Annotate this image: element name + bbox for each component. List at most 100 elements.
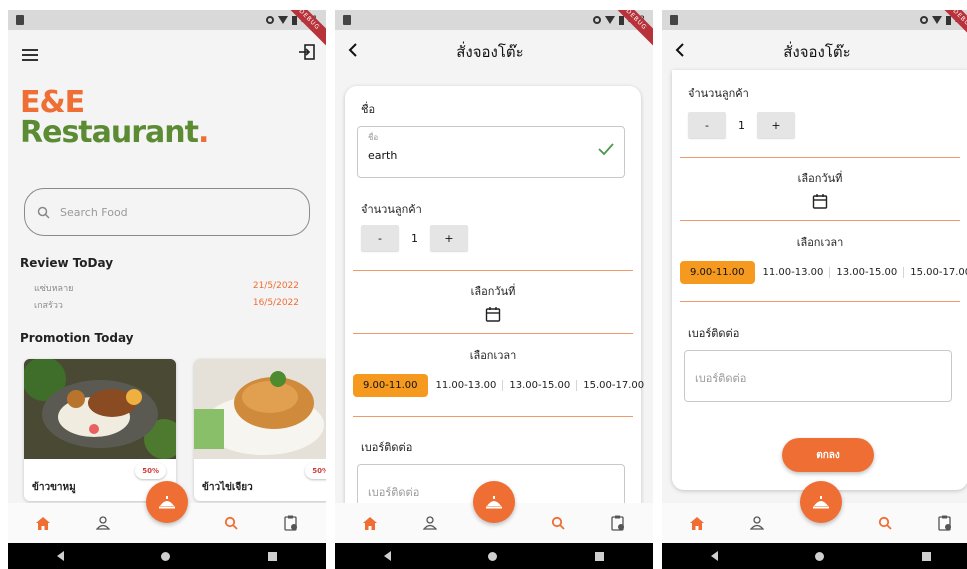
android-nav [8,543,326,569]
wifi-icon [604,16,615,24]
brand-line2: Restaurant. [20,115,209,150]
name-field[interactable]: ชื่อ earth [357,126,625,178]
home-screen: 231 DEBUG E&E Restaurant. Search Food Re… [8,10,326,569]
search-placeholder: Search Food [60,205,128,219]
android-home-icon[interactable] [161,551,171,561]
plus-button[interactable]: + [757,112,795,138]
android-home-icon[interactable] [488,551,498,561]
nav-home[interactable] [359,512,381,534]
calendar-icon [485,307,501,322]
food-name: ข้าวขาหมู [32,482,76,493]
name-value: earth [368,149,398,162]
phone-placeholder: เบอร์ติดต่อ [695,372,747,385]
home-icon [36,516,50,530]
time-slot-selected[interactable]: 9.00-11.00 [353,374,428,397]
time-slot-selected[interactable]: 9.00-11.00 [680,261,755,284]
nav-profile[interactable] [92,512,114,534]
brand-logo: E&E Restaurant. [20,88,209,150]
time-slot[interactable]: 13.00-15.00 [829,267,903,278]
android-home-icon[interactable] [815,551,825,561]
time-slot[interactable]: 11.00-13.00 [430,380,503,391]
app-bar: สั่งจองโต๊ะ [662,30,967,74]
divider [680,301,960,302]
discount-badge: 50% [135,463,166,479]
time-slot[interactable]: 15.00-17.00 [903,267,967,278]
review-row[interactable]: แซ่บหลาย 21/5/2022 [34,281,299,295]
home-icon [690,516,704,530]
calendar-icon [812,194,828,209]
page-title: สั่งจองโต๊ะ [456,43,524,61]
back-button[interactable] [674,42,686,62]
nav-profile[interactable] [746,512,768,534]
android-back-icon[interactable] [710,551,718,561]
android-back-icon[interactable] [56,551,64,561]
search-icon [224,516,238,530]
status-bar: 233 DEBUG [335,10,653,49]
status-bar: 231 DEBUG [8,10,326,49]
nav-orders[interactable] [280,512,302,534]
android-recent-icon[interactable] [595,551,605,561]
nav-search[interactable] [220,512,242,534]
logout-button[interactable] [298,43,316,65]
sim-icon [16,15,24,25]
nav-home[interactable] [32,512,54,534]
android-back-icon[interactable] [383,551,391,561]
person-icon [423,516,437,530]
divider [680,157,960,158]
time-slot[interactable]: 15.00-17.00 [576,380,650,391]
promotion-card[interactable]: 50% ข้าวไข่เจียว [194,359,326,501]
android-recent-icon[interactable] [268,551,278,561]
guests-label: จำนวนลูกค้า [688,87,749,100]
divider [353,270,633,271]
time-slot[interactable]: 13.00-15.00 [502,380,576,391]
time-slot[interactable]: 11.00-13.00 [757,267,830,278]
battery-icon [291,15,297,25]
promotion-card[interactable]: 50% ข้าวขาหมู [24,359,176,501]
nav-orders[interactable] [607,512,629,534]
search-icon [878,516,892,530]
back-button[interactable] [347,42,359,62]
wifi-icon [931,16,942,24]
phone-label: เบอร์ติดต่อ [688,327,740,340]
plus-button[interactable]: + [430,225,468,251]
confirm-button[interactable]: ตกลง [782,438,874,472]
person-icon [750,516,764,530]
date-picker-button[interactable] [485,306,501,326]
order-fab[interactable] [800,481,842,523]
search-icon [551,516,565,530]
guest-count: 1 [738,118,745,132]
nav-orders[interactable] [934,512,956,534]
home-icon [363,516,377,530]
review-title: Review ToDay [20,256,114,270]
sim-icon [343,15,351,25]
page-title: สั่งจองโต๊ะ [783,43,851,61]
food-image [194,359,326,459]
nav-home[interactable] [686,512,708,534]
minus-button[interactable]: - [688,112,726,138]
nav-search[interactable] [547,512,569,534]
nav-profile[interactable] [419,512,441,534]
guest-stepper: - 1 + [688,112,795,138]
order-fab[interactable] [146,481,188,523]
date-picker-button[interactable] [812,193,828,213]
nav-search[interactable] [874,512,896,534]
time-label: เลือกเวลา [796,236,844,249]
review-row[interactable]: เกสรัวว 16/5/2022 [34,298,299,312]
menu-icon [22,49,38,61]
sync-icon [919,16,928,24]
android-recent-icon[interactable] [922,551,932,561]
guest-count: 1 [411,231,418,245]
minus-button[interactable]: - [361,225,399,251]
order-fab[interactable] [473,481,515,523]
divider [353,416,633,417]
search-input[interactable]: Search Food [24,188,310,236]
check-icon [598,143,614,155]
back-icon [348,43,357,57]
clipboard-icon [938,515,951,531]
guest-stepper: - 1 + [361,225,468,251]
name-hint: ชื่อ [368,133,379,142]
person-icon [96,516,110,530]
phone-field[interactable]: เบอร์ติดต่อ [684,350,952,402]
sync-icon [265,16,274,24]
menu-button[interactable] [22,46,38,65]
